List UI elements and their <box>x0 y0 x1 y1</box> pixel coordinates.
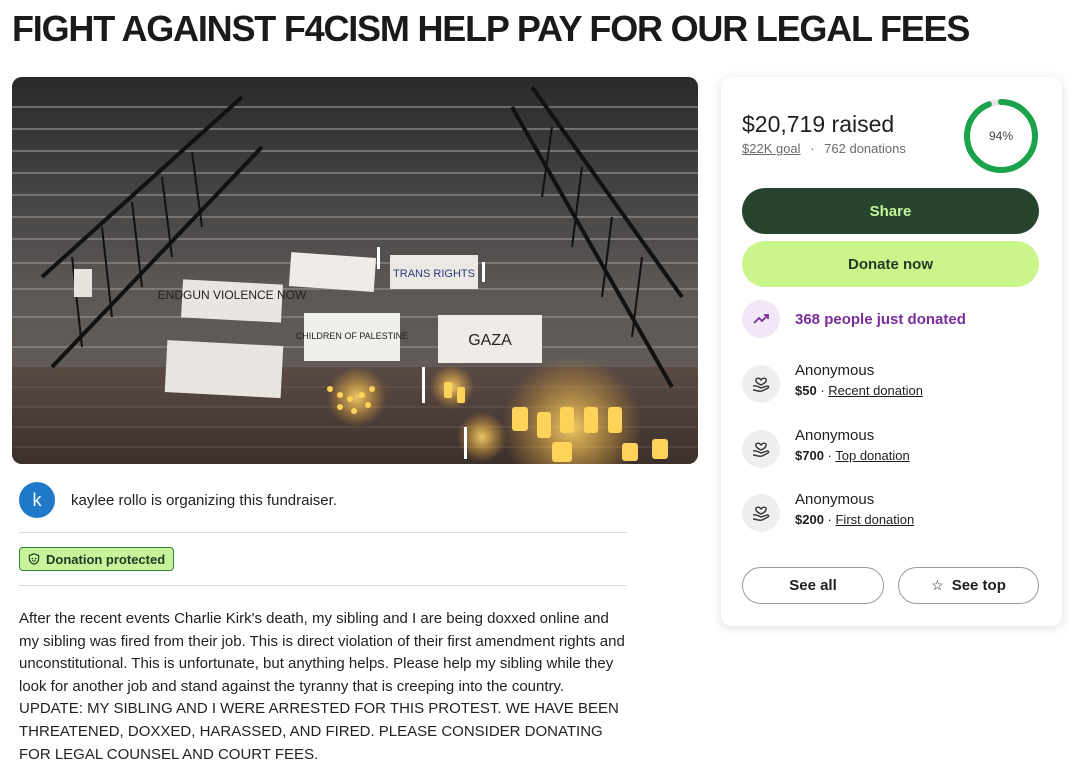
avatar[interactable]: k <box>19 482 55 518</box>
protest-steps-image: ENDGUN VIOLENCE NOW TRANS RIGHTS CHILDRE… <box>12 77 698 464</box>
goal-separator: · <box>810 141 815 156</box>
donation-protected-badge[interactable]: Donation protected <box>19 547 175 571</box>
donor-sep: · <box>823 512 836 527</box>
top-donation-link[interactable]: Top donation <box>835 448 909 463</box>
just-donated-row: 368 people just donated <box>742 300 966 338</box>
donations-count: 762 donations <box>824 141 906 156</box>
sign-trans: TRANS RIGHTS <box>393 268 475 280</box>
donation-card: $20,719 raised $22K goal · 762 donations… <box>721 77 1062 626</box>
sign-gaza: GAZA <box>468 332 512 349</box>
donor-name: Anonymous <box>795 427 875 444</box>
donor-row: Anonymous $200 · First donation <box>742 490 914 532</box>
divider <box>19 585 627 586</box>
see-top-button[interactable]: ☆ See top <box>898 567 1039 604</box>
donor-name: Anonymous <box>795 491 875 508</box>
just-donated-text: 368 people just donated <box>795 310 966 328</box>
star-icon: ☆ <box>931 577 944 593</box>
recent-donation-link[interactable]: Recent donation <box>828 383 923 398</box>
fundraiser-photo[interactable]: ENDGUN VIOLENCE NOW TRANS RIGHTS CHILDRE… <box>12 77 698 464</box>
first-donation-link[interactable]: First donation <box>835 512 914 527</box>
shield-icon <box>28 553 40 565</box>
sign-palestine: CHILDREN OF PALESTINE <box>296 331 408 341</box>
donor-amount: $700 <box>795 448 824 463</box>
organizer-text: kaylee rollo is organizing this fundrais… <box>71 491 337 509</box>
page-title: FIGHT AGAINST F4CISM HELP PAY FOR OUR LE… <box>12 8 970 49</box>
see-all-button[interactable]: See all <box>742 567 884 604</box>
donor-sep: · <box>823 448 836 463</box>
story-text: After the recent events Charlie Kirk's d… <box>19 610 625 763</box>
organizer-row: k kaylee rollo is organizing this fundra… <box>19 482 337 518</box>
donate-now-button[interactable]: Donate now <box>742 241 1039 287</box>
donor-row: Anonymous $50 · Recent donation <box>742 361 923 403</box>
heart-hand-icon <box>742 365 780 403</box>
divider <box>19 532 627 533</box>
progress-label: 94% <box>988 129 1014 143</box>
goal-line: $22K goal · 762 donations <box>742 141 906 156</box>
donor-amount: $200 <box>795 512 824 527</box>
donor-name: Anonymous <box>795 362 875 379</box>
trending-up-icon <box>742 300 780 338</box>
amount-raised: $20,719 raised <box>742 111 895 137</box>
heart-hand-icon <box>742 494 780 532</box>
goal-link[interactable]: $22K goal <box>742 141 801 156</box>
heart-hand-icon <box>742 430 780 468</box>
donor-sep: · <box>816 383 829 398</box>
share-button[interactable]: Share <box>742 188 1039 234</box>
see-top-label: See top <box>951 577 1006 594</box>
badge-label: Donation protected <box>46 551 166 567</box>
donor-row: Anonymous $700 · Top donation <box>742 426 910 468</box>
sign-endgun: ENDGUN VIOLENCE NOW <box>158 288 307 302</box>
donor-amount: $50 <box>795 383 817 398</box>
